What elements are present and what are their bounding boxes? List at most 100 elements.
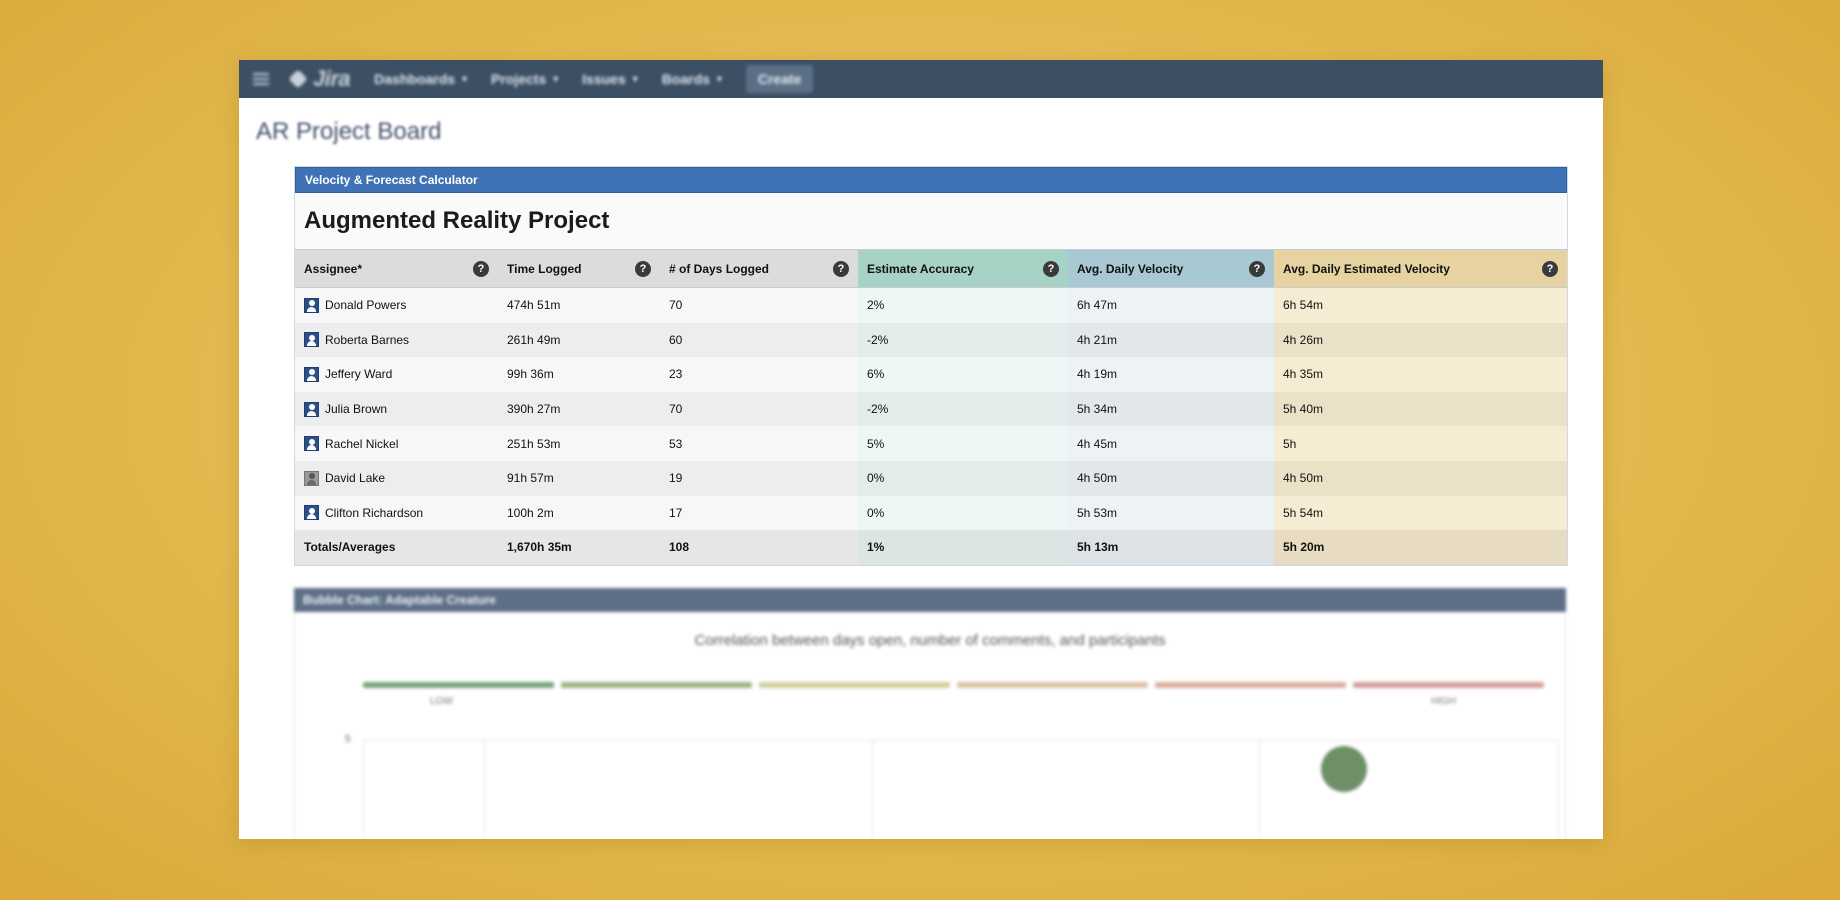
assignee-name: Donald Powers bbox=[325, 298, 407, 313]
average-daily-velocity: 5h 13m bbox=[1068, 530, 1274, 565]
chevron-down-icon: ▼ bbox=[460, 74, 469, 84]
total-time-logged: 1,670h 35m bbox=[498, 530, 660, 565]
legend-segment bbox=[1353, 682, 1544, 688]
bubble-chart-subtitle: Correlation between days open, number of… bbox=[694, 632, 1166, 649]
nav-projects[interactable]: Projects ▼ bbox=[491, 71, 560, 87]
jira-logo[interactable]: Jira bbox=[288, 66, 351, 92]
daily-velocity-cell: 4h 21m bbox=[1068, 322, 1274, 358]
user-avatar-icon bbox=[304, 366, 319, 382]
days-logged-cell: 70 bbox=[660, 391, 858, 427]
gadget-header[interactable]: Velocity & Forecast Calculator bbox=[295, 167, 1567, 193]
accuracy-cell: -2% bbox=[858, 391, 1068, 427]
average-estimated-velocity: 5h 20m bbox=[1274, 530, 1567, 565]
nav-boards[interactable]: Boards ▼ bbox=[662, 71, 724, 87]
user-avatar-icon bbox=[304, 297, 319, 313]
bubble-plot-area bbox=[363, 740, 1559, 839]
nav-dashboards[interactable]: Dashboards ▼ bbox=[374, 71, 469, 87]
daily-velocity-cell: 6h 47m bbox=[1068, 287, 1274, 323]
column-header-estimated-velocity[interactable]: Avg. Daily Estimated Velocity? bbox=[1274, 249, 1567, 288]
column-label: Estimate Accuracy bbox=[867, 261, 974, 276]
time-logged-cell: 261h 49m bbox=[498, 322, 660, 358]
data-bubble[interactable] bbox=[1321, 746, 1367, 792]
help-icon[interactable]: ? bbox=[833, 260, 849, 277]
column-header-assignee[interactable]: Assignee*? bbox=[295, 249, 498, 288]
accuracy-cell: -2% bbox=[858, 322, 1068, 358]
assignee-cell[interactable]: Julia Brown bbox=[295, 391, 498, 427]
nav-projects-label: Projects bbox=[491, 71, 547, 87]
bubble-chart-gadget: Bubble Chart: Adaptable Creature Correla… bbox=[294, 588, 1566, 839]
help-icon[interactable]: ? bbox=[1043, 260, 1059, 277]
assignee-cell[interactable]: David Lake bbox=[295, 460, 498, 496]
average-accuracy: 1% bbox=[858, 530, 1068, 565]
user-avatar-icon bbox=[304, 505, 319, 521]
table-row: Donald Powers 474h 51m 70 2% 6h 47m 6h 5… bbox=[295, 287, 1567, 323]
assignee-name: David Lake bbox=[325, 471, 386, 486]
nav-dashboards-label: Dashboards bbox=[374, 71, 456, 87]
y-axis-tick: 5 bbox=[345, 734, 351, 745]
time-logged-cell: 390h 27m bbox=[498, 391, 660, 427]
totals-row: Totals/Averages 1,670h 35m 108 1% 5h 13m… bbox=[295, 530, 1567, 565]
column-label: Time Logged bbox=[507, 261, 582, 276]
table-row: Julia Brown 390h 27m 70 -2% 5h 34m 5h 40… bbox=[295, 391, 1567, 427]
estimated-velocity-cell: 4h 35m bbox=[1274, 357, 1567, 392]
estimated-velocity-cell: 4h 26m bbox=[1274, 322, 1567, 358]
velocity-gadget: Velocity & Forecast Calculator Augmented… bbox=[294, 166, 1568, 566]
column-header-time-logged[interactable]: Time Logged? bbox=[498, 249, 660, 288]
column-label: # of Days Logged bbox=[669, 261, 770, 276]
days-logged-cell: 23 bbox=[660, 357, 858, 392]
column-header-daily-velocity[interactable]: Avg. Daily Velocity? bbox=[1068, 249, 1274, 288]
assignee-name: Roberta Barnes bbox=[325, 332, 410, 347]
column-label: Avg. Daily Velocity bbox=[1077, 261, 1184, 276]
grid-line bbox=[1259, 741, 1260, 839]
totals-label: Totals/Averages bbox=[295, 530, 498, 565]
help-icon[interactable]: ? bbox=[473, 260, 489, 277]
assignee-cell[interactable]: Rachel Nickel bbox=[295, 426, 498, 461]
help-icon[interactable]: ? bbox=[1542, 260, 1558, 277]
user-avatar-icon bbox=[304, 332, 319, 348]
days-logged-cell: 53 bbox=[660, 426, 858, 461]
daily-velocity-cell: 4h 45m bbox=[1068, 426, 1274, 461]
bubble-chart-header[interactable]: Bubble Chart: Adaptable Creature bbox=[294, 588, 1566, 612]
table-row: Roberta Barnes 261h 49m 60 -2% 4h 21m 4h… bbox=[295, 322, 1567, 358]
grid-line bbox=[484, 741, 485, 839]
time-logged-cell: 251h 53m bbox=[498, 426, 660, 461]
table-row: Rachel Nickel 251h 53m 53 5% 4h 45m 5h bbox=[295, 426, 1567, 461]
assignee-cell[interactable]: Donald Powers bbox=[295, 287, 498, 323]
column-label: Avg. Daily Estimated Velocity bbox=[1283, 261, 1450, 276]
daily-velocity-cell: 5h 34m bbox=[1068, 391, 1274, 427]
help-icon[interactable]: ? bbox=[1249, 260, 1265, 277]
legend-segment bbox=[561, 682, 752, 688]
help-icon[interactable]: ? bbox=[635, 260, 651, 277]
time-logged-cell: 99h 36m bbox=[498, 357, 660, 392]
accuracy-cell: 0% bbox=[858, 495, 1068, 531]
assignee-cell[interactable]: Roberta Barnes bbox=[295, 322, 498, 358]
assignee-cell[interactable]: Jeffery Ward bbox=[295, 357, 498, 392]
assignee-name: Rachel Nickel bbox=[325, 436, 399, 451]
accuracy-cell: 0% bbox=[858, 460, 1068, 496]
table-row: David Lake 91h 57m 19 0% 4h 50m 4h 50m bbox=[295, 460, 1567, 496]
jira-wordmark: Jira bbox=[313, 66, 351, 91]
accuracy-cell: 5% bbox=[858, 426, 1068, 461]
legend-high-label: HIGH bbox=[1431, 696, 1456, 707]
days-logged-cell: 17 bbox=[660, 495, 858, 531]
nav-issues[interactable]: Issues ▼ bbox=[582, 71, 640, 87]
estimated-velocity-cell: 6h 54m bbox=[1274, 287, 1567, 323]
jira-mark-icon bbox=[288, 69, 308, 89]
nav-blurred-content: Jira Dashboards ▼ Projects ▼ Issues ▼ Board… bbox=[253, 65, 814, 93]
assignee-cell[interactable]: Clifton Richardson bbox=[295, 495, 498, 531]
estimated-velocity-cell: 4h 50m bbox=[1274, 460, 1567, 496]
column-header-days-logged[interactable]: # of Days Logged? bbox=[660, 249, 858, 288]
app-switcher-icon[interactable] bbox=[253, 73, 269, 85]
daily-velocity-cell: 5h 53m bbox=[1068, 495, 1274, 531]
assignee-name: Clifton Richardson bbox=[325, 505, 424, 520]
legend-segment bbox=[759, 682, 950, 688]
user-avatar-icon bbox=[304, 436, 319, 452]
create-button[interactable]: Create bbox=[745, 65, 814, 93]
chevron-down-icon: ▼ bbox=[714, 74, 724, 84]
total-days-logged: 108 bbox=[660, 530, 858, 565]
column-header-estimate-accuracy[interactable]: Estimate Accuracy? bbox=[858, 249, 1068, 288]
time-logged-cell: 91h 57m bbox=[498, 460, 660, 496]
page-title: AR Project Board bbox=[256, 118, 442, 145]
assignee-name: Jeffery Ward bbox=[325, 367, 393, 382]
table-row: Clifton Richardson 100h 2m 17 0% 5h 53m … bbox=[295, 495, 1567, 531]
